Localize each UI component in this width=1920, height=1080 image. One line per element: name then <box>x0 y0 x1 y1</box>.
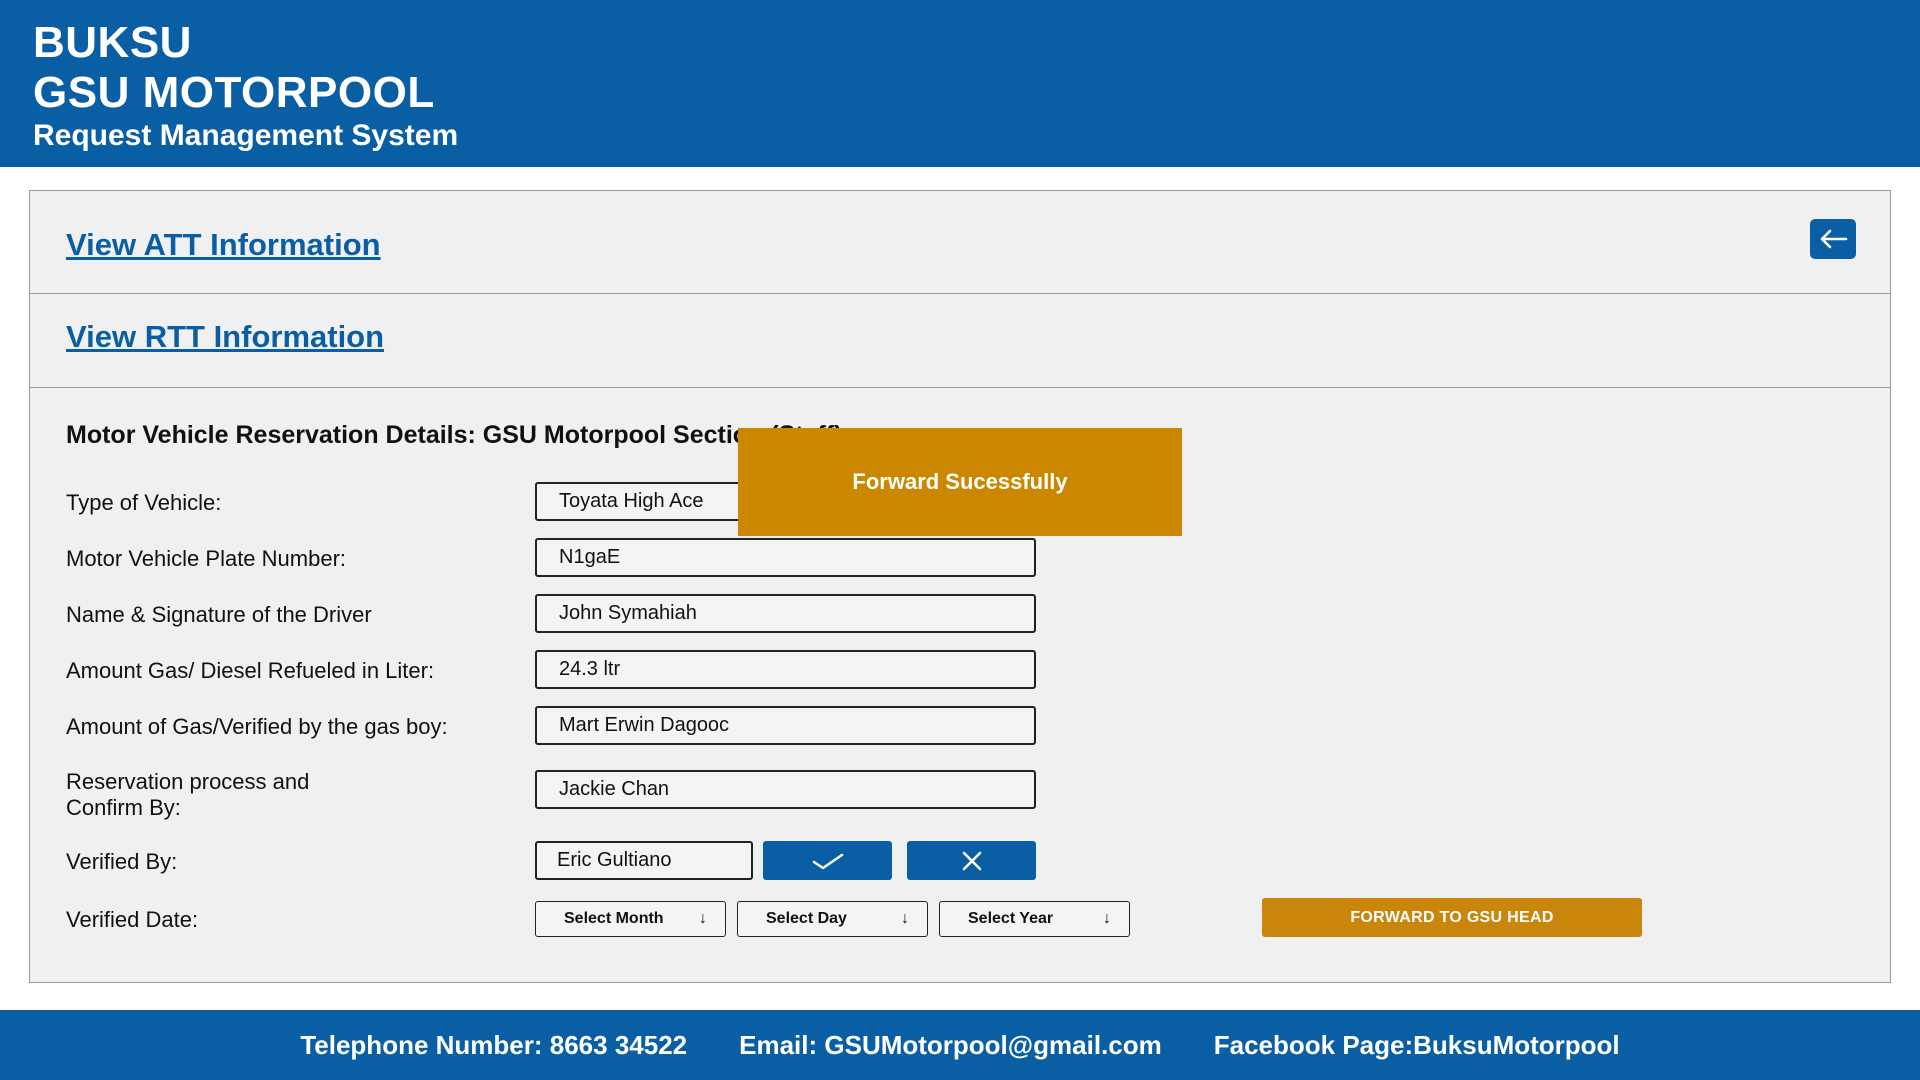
view-att-link[interactable]: View ATT Information <box>66 227 381 263</box>
section-title: Motor Vehicle Reservation Details: GSU M… <box>66 421 843 449</box>
footer-telephone: Telephone Number: 8663 34522 <box>300 1029 688 1060</box>
driver-field[interactable]: John Symahiah <box>535 594 1036 633</box>
gas-verified-field[interactable]: Mart Erwin Dagooc <box>535 706 1036 745</box>
select-day-label: Select Day <box>766 910 847 927</box>
success-toast: Forward Sucessfully <box>738 428 1182 536</box>
close-icon <box>962 851 981 870</box>
select-year-dropdown[interactable]: Select Year ↓ <box>939 901 1130 937</box>
arrow-left-icon <box>1820 229 1848 249</box>
app-subtitle: Request Management System <box>33 119 459 152</box>
vehicle-type-label: Type of Vehicle: <box>66 490 222 515</box>
check-icon <box>812 853 843 869</box>
driver-label: Name & Signature of the Driver <box>66 602 372 627</box>
arrow-down-icon: ↓ <box>699 910 707 927</box>
view-rtt-link[interactable]: View RTT Information <box>66 319 384 355</box>
gas-verified-label: Amount of Gas/Verified by the gas boy: <box>66 714 448 739</box>
verified-by-field[interactable]: Eric Gultiano <box>535 841 753 880</box>
confirmed-by-label-line-2: Confirm By: <box>66 795 181 820</box>
app-footer: Telephone Number: 8663 34522 Email: GSUM… <box>0 1010 1920 1080</box>
reservation-panel: View ATT Information View RTT Informatio… <box>29 190 1891 983</box>
confirmed-by-field[interactable]: Jackie Chan <box>535 770 1036 809</box>
select-month-label: Select Month <box>564 910 664 927</box>
fuel-amount-label: Amount Gas/ Diesel Refueled in Liter: <box>66 658 435 683</box>
select-day-dropdown[interactable]: Select Day ↓ <box>737 901 928 937</box>
confirmed-by-label-line-1: Reservation process and <box>66 769 310 794</box>
select-month-dropdown[interactable]: Select Month ↓ <box>535 901 726 937</box>
footer-email: Email: GSUMotorpool@gmail.com <box>739 1029 1162 1060</box>
select-year-label: Select Year <box>968 910 1054 927</box>
rtt-row: View RTT Information <box>30 294 1890 388</box>
approve-button[interactable] <box>763 841 892 880</box>
att-row: View ATT Information <box>30 191 1890 294</box>
reject-button[interactable] <box>907 841 1036 880</box>
brand-line-2: GSU MOTORPOOL <box>33 68 435 117</box>
forward-to-gsu-head-button[interactable]: FORWARD TO GSU HEAD <box>1262 898 1642 937</box>
brand-line-1: BUKSU <box>33 18 192 67</box>
arrow-down-icon: ↓ <box>1103 910 1111 927</box>
app-header: BUKSU GSU MOTORPOOL Request Management S… <box>0 0 1920 167</box>
plate-number-field[interactable]: N1gaE <box>535 538 1036 577</box>
plate-number-label: Motor Vehicle Plate Number: <box>66 546 347 571</box>
confirmed-by-label: Reservation process and Confirm By: <box>66 769 309 821</box>
arrow-down-icon: ↓ <box>901 910 909 927</box>
verified-by-label: Verified By: <box>66 849 178 874</box>
back-button[interactable] <box>1810 219 1856 259</box>
verified-date-label: Verified Date: <box>66 907 199 932</box>
footer-facebook: Facebook Page:BuksuMotorpool <box>1213 1029 1620 1060</box>
fuel-amount-field[interactable]: 24.3 ltr <box>535 650 1036 689</box>
